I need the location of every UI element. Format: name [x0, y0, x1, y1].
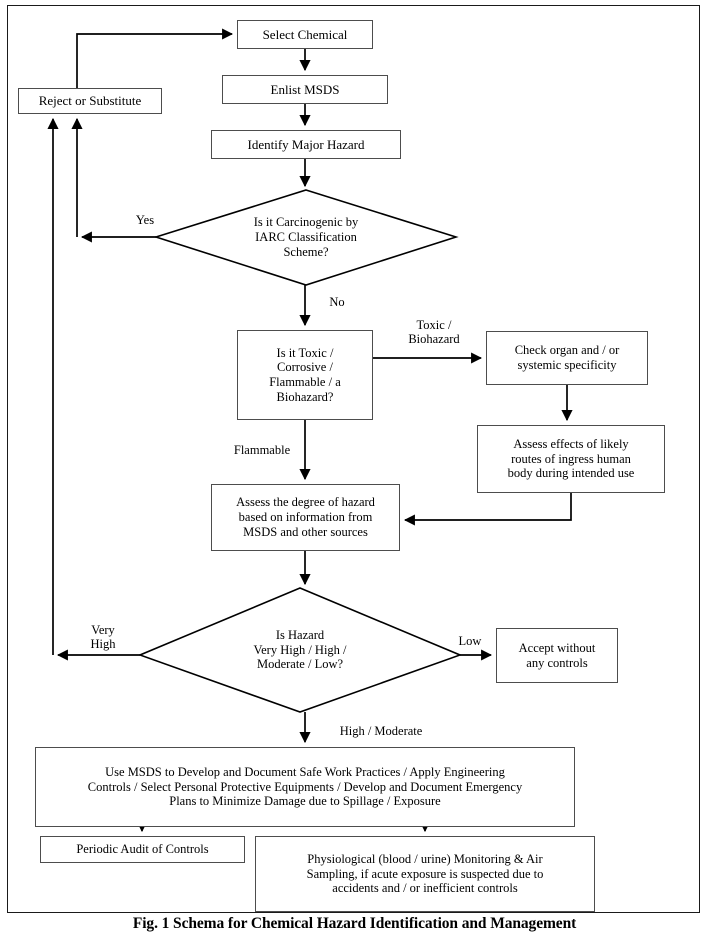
node-toxic-decision[interactable]: Is it Toxic / Corrosive / Flammable / a … — [237, 330, 373, 420]
figure-caption: Fig. 1 Schema for Chemical Hazard Identi… — [132, 915, 577, 932]
node-periodic-audit-label: Periodic Audit of Controls — [76, 842, 209, 857]
node-accept-without-controls[interactable]: Accept without any controls — [496, 628, 618, 683]
node-use-msds-controls[interactable]: Use MSDS to Develop and Document Safe Wo… — [35, 747, 575, 827]
node-use-msds-controls-label: Use MSDS to Develop and Document Safe Wo… — [87, 764, 523, 809]
edge-label-low: Low — [458, 634, 482, 648]
node-physiological-monitoring[interactable]: Physiological (blood / urine) Monitoring… — [255, 836, 595, 912]
node-assess-effects-label: Assess effects of likely routes of ingre… — [507, 436, 635, 481]
figure-page: Select Chemical Enlist MSDS Identify Maj… — [0, 0, 709, 943]
node-accept-without-controls-label: Accept without any controls — [518, 640, 596, 670]
node-physiological-monitoring-label: Physiological (blood / urine) Monitoring… — [306, 851, 544, 896]
node-enlist-msds[interactable]: Enlist MSDS — [222, 75, 388, 104]
node-identify-major-hazard-label: Identify Major Hazard — [247, 136, 365, 152]
node-identify-major-hazard[interactable]: Identify Major Hazard — [211, 130, 401, 159]
edge-label-flammable: Flammable — [233, 443, 291, 457]
node-toxic-decision-label: Is it Toxic / Corrosive / Flammable / a … — [269, 345, 341, 404]
node-carcinogenic-decision-label: Is it Carcinogenic by IARC Classificatio… — [253, 215, 359, 259]
node-assess-degree[interactable]: Assess the degree of hazard based on inf… — [211, 484, 400, 551]
node-carcinogenic-decision[interactable]: Is it Carcinogenic by IARC Classificatio… — [156, 190, 456, 285]
node-reject-or-substitute[interactable]: Reject or Substitute — [18, 88, 162, 114]
node-assess-effects[interactable]: Assess effects of likely routes of ingre… — [477, 425, 665, 493]
edge-label-high-moderate: High / Moderate — [339, 724, 423, 738]
edge-label-yes: Yes — [135, 213, 155, 227]
edge-label-very-high: Very High — [90, 623, 116, 652]
node-reject-or-substitute-label: Reject or Substitute — [38, 93, 142, 109]
edge-label-toxic-biohazard: Toxic / Biohazard — [408, 318, 460, 347]
node-select-chemical-label: Select Chemical — [262, 26, 348, 42]
node-hazard-level-decision[interactable]: Is Hazard Very High / High / Moderate / … — [140, 588, 460, 712]
node-check-organ[interactable]: Check organ and / or systemic specificit… — [486, 331, 648, 385]
node-hazard-level-decision-label: Is Hazard Very High / High / Moderate / … — [253, 627, 347, 672]
node-select-chemical[interactable]: Select Chemical — [237, 20, 373, 49]
node-check-organ-label: Check organ and / or systemic specificit… — [514, 343, 620, 372]
edge-label-no: No — [329, 295, 345, 309]
node-assess-degree-label: Assess the degree of hazard based on inf… — [236, 495, 375, 539]
node-enlist-msds-label: Enlist MSDS — [270, 81, 340, 97]
node-periodic-audit[interactable]: Periodic Audit of Controls — [40, 836, 245, 863]
